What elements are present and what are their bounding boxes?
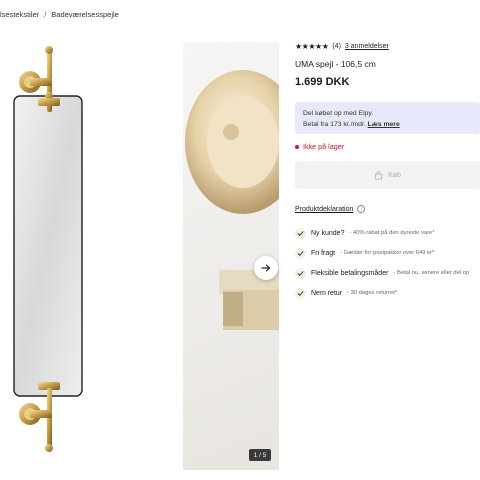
- breadcrumb-separator: /: [44, 10, 47, 19]
- stock-status: Ikke på lager: [295, 142, 480, 151]
- perk-new-customer: Ny kunde? - 40% rabat på den dyreste var…: [295, 223, 480, 243]
- elpy-line-2: Betal fra 173 kr./mdr. Læs mere: [303, 119, 472, 130]
- declaration-link[interactable]: Produktdeklaration: [295, 206, 353, 213]
- breadcrumb: lsestekstiler / Badeværelsesspejle: [0, 10, 119, 19]
- rating-count: (4): [332, 42, 341, 50]
- breadcrumb-item-bathroom-mirrors[interactable]: Badeværelsesspejle: [51, 10, 119, 19]
- elpy-monthly-text: Betal fra 173 kr./mdr.: [303, 121, 366, 128]
- perk-free-shipping: Fri fragt - Gælder for postpakker over 6…: [295, 243, 480, 263]
- check-icon: [295, 227, 306, 239]
- check-icon: [295, 267, 306, 279]
- perks-list: Ny kunde? - 40% rabat på den dyreste var…: [295, 223, 480, 303]
- elpy-financing-box: Del købet op med Elpy. Betal fra 173 kr.…: [295, 102, 480, 134]
- mirror-illustration: [13, 46, 83, 452]
- check-icon: [295, 287, 306, 299]
- stock-status-text: Ikke på lager: [303, 142, 345, 151]
- perk-title: Nem retur: [311, 289, 343, 297]
- perk-subtitle: - Gælder for postpakker over 649 kr*: [340, 250, 435, 256]
- breadcrumb-item-textiles[interactable]: lsestekstiler: [0, 10, 39, 19]
- check-icon: [295, 247, 306, 259]
- out-of-stock-dot-icon: [295, 144, 299, 149]
- perk-flexible-payment: Fleksible betalingsmåder - Betal nu, sen…: [295, 263, 480, 283]
- info-icon[interactable]: i: [357, 205, 366, 213]
- gallery-counter: 1 / 5: [249, 449, 271, 461]
- product-declaration[interactable]: Produktdeklaration i: [295, 205, 480, 213]
- product-info: ★★★★★ (4) 3 anmeldelser UMA spejl - 106,…: [295, 40, 480, 303]
- perk-title: Ny kunde?: [311, 229, 345, 237]
- rating-row: ★★★★★ (4) 3 anmeldelser: [295, 40, 480, 52]
- shopping-bag-icon: [375, 171, 383, 180]
- product-title: UMA spejl - 106,5 cm: [295, 59, 376, 69]
- elpy-read-more-link[interactable]: Læs mere: [368, 121, 400, 128]
- perk-title: Fleksible betalingsmåder: [311, 269, 389, 277]
- elpy-line-1: Del købet op med Elpy.: [303, 110, 374, 117]
- perk-title: Fri fragt: [311, 249, 336, 257]
- perk-subtitle: - 30 dages returret*: [347, 290, 398, 296]
- arrow-right-icon: [261, 264, 271, 272]
- reviews-link[interactable]: 3 anmeldelser: [345, 43, 389, 50]
- gallery-next-button[interactable]: [254, 256, 278, 280]
- perk-easy-return: Nem retur - 30 dages returret*: [295, 283, 480, 303]
- product-main-image[interactable]: [0, 42, 182, 470]
- buy-button-label: Køb: [388, 171, 401, 179]
- star-rating-icon: ★★★★★: [295, 41, 329, 51]
- buy-button[interactable]: Køb: [295, 161, 480, 189]
- product-price: 1.699 DKK: [295, 76, 350, 88]
- perk-subtitle: - Betal nu, senere eller del op: [393, 270, 470, 276]
- perk-subtitle: - 40% rabat på den dyreste vare*: [349, 230, 435, 236]
